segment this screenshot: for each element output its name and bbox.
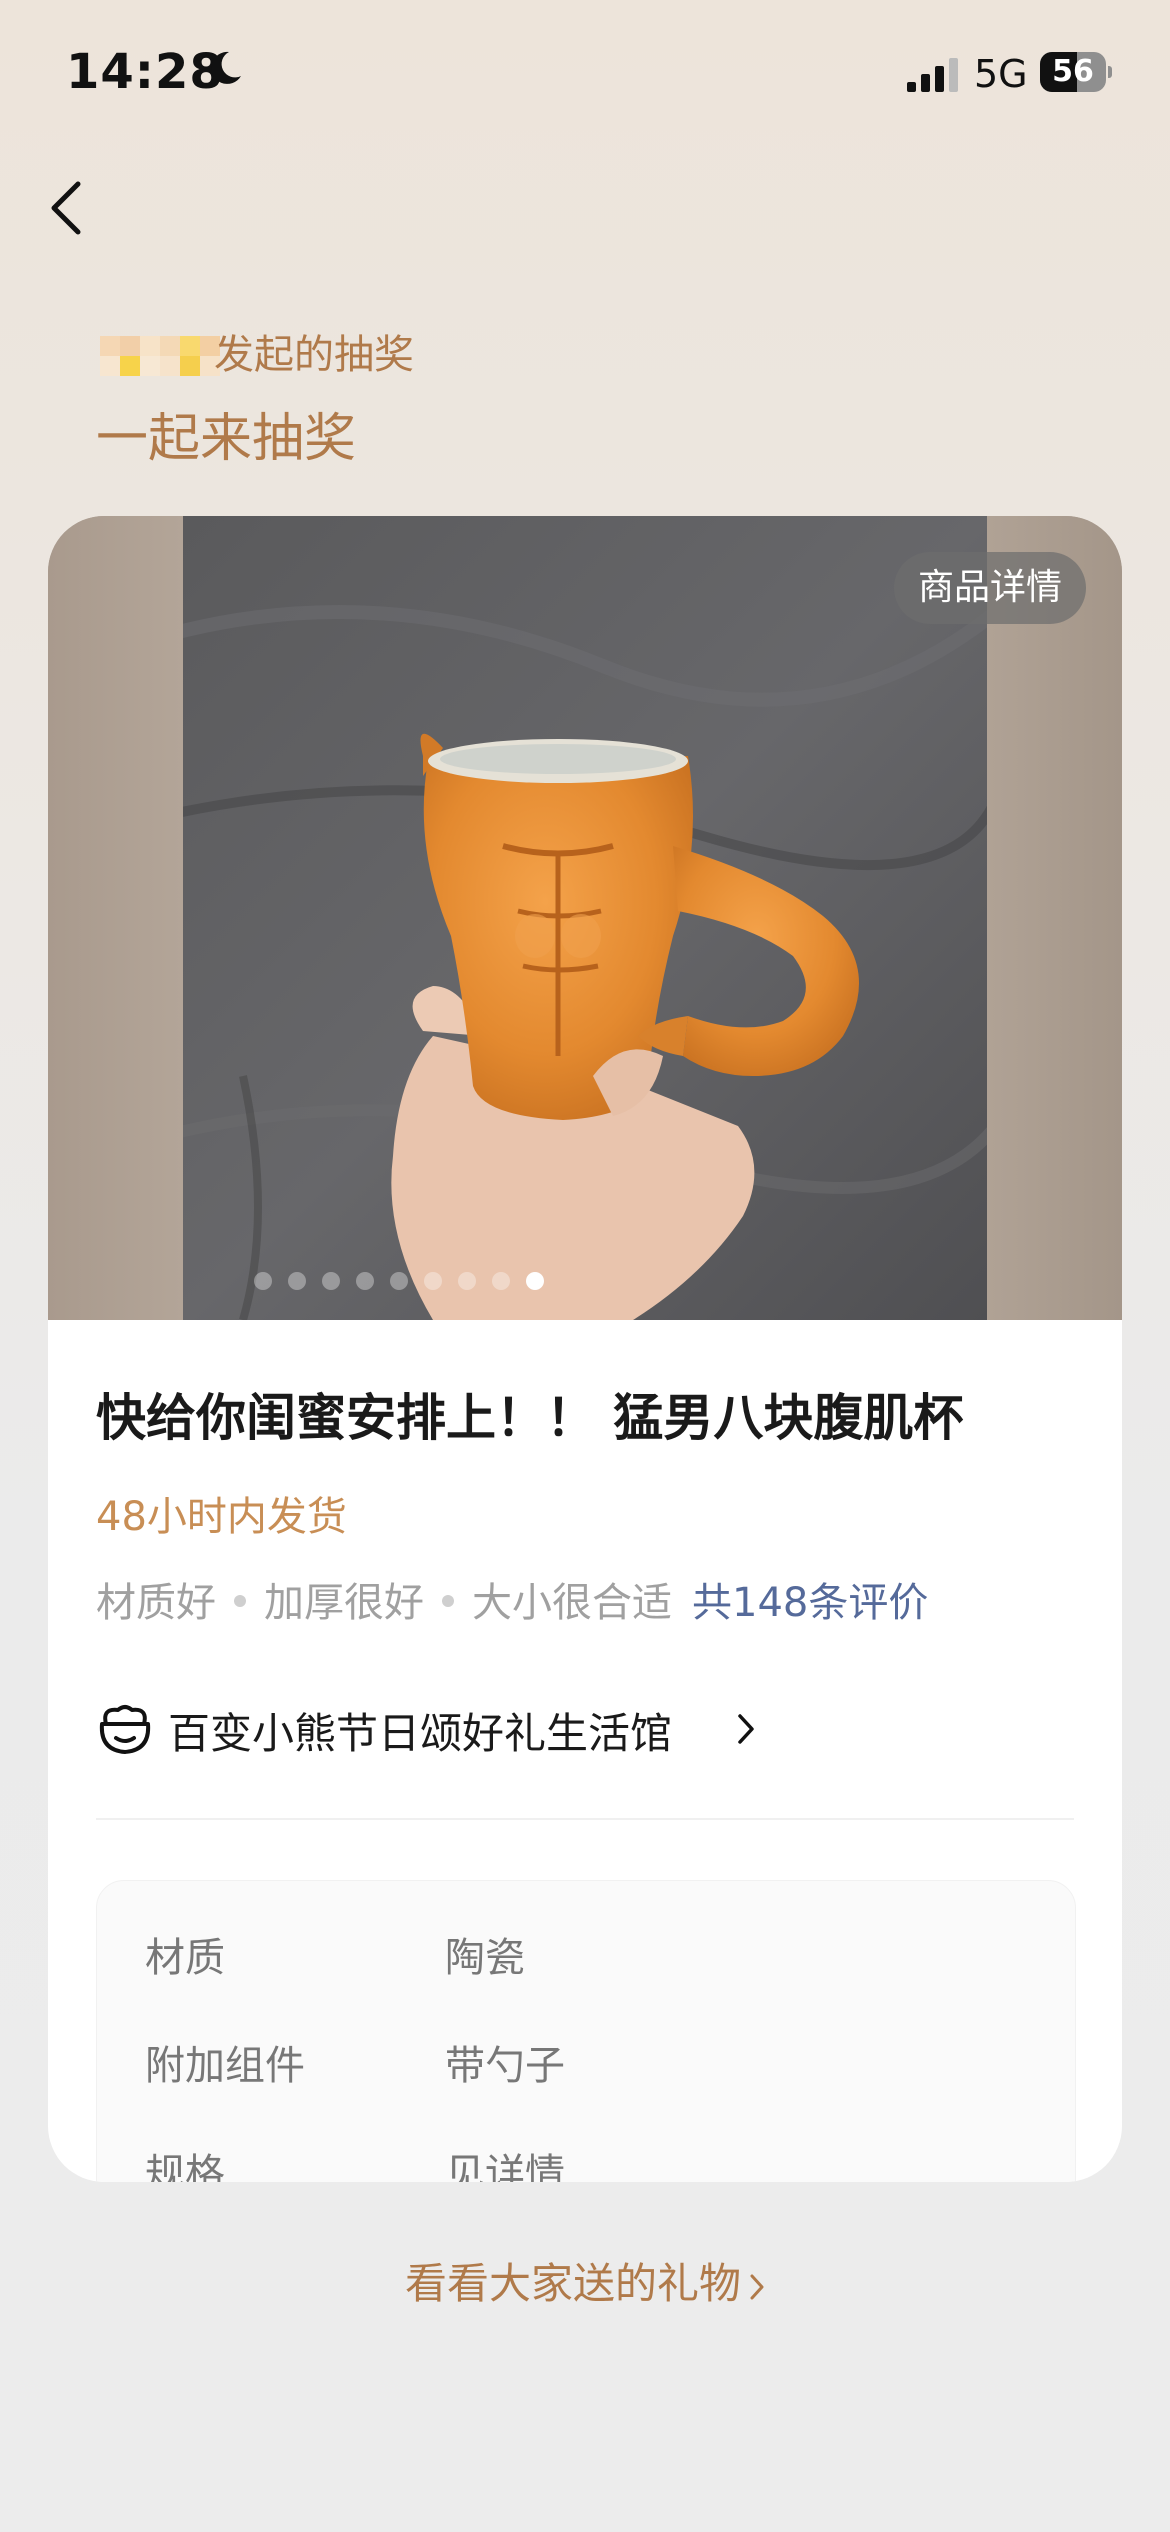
review-tags: 材质好 加厚很好 大小很合适 共148条评价: [96, 1570, 928, 1628]
carousel-indicator: [48, 1272, 1122, 1292]
back-arrow-icon[interactable]: [44, 178, 88, 238]
shop-name: 百变小熊节日颂好礼生活馆: [168, 1709, 673, 1758]
carousel-dot: [458, 1272, 476, 1290]
product-carousel[interactable]: 商品详情: [48, 516, 1122, 1320]
user-name-mosaic: [100, 336, 220, 378]
shipping-info: 48小时内发货: [96, 1494, 347, 1540]
page-subtitle: 一起来抽奖: [96, 409, 357, 469]
view-gifts-link[interactable]: 看看大家送的礼物: [0, 2250, 1170, 2311]
spec-key: 附加组件: [145, 2043, 305, 2089]
moon-icon: [211, 51, 241, 84]
spec-key: 规格: [145, 2151, 225, 2182]
carousel-dot: [356, 1272, 374, 1290]
signal-icon: [907, 58, 958, 92]
spec-table: 材质 陶瓷 附加组件 带勺子 规格 见详情: [96, 1880, 1076, 2182]
carousel-dot: [254, 1272, 272, 1290]
reviews-link[interactable]: 共148条评价: [692, 1580, 928, 1626]
view-gifts-label: 看看大家送的礼物: [404, 2259, 741, 2308]
initiator-text: 发起的抽奖: [214, 332, 414, 378]
carousel-dot: [424, 1272, 442, 1290]
carousel-dot: [288, 1272, 306, 1290]
chevron-right-icon: [750, 2274, 764, 2299]
review-tag: 材质好: [96, 1580, 216, 1626]
status-time: 14:28: [66, 44, 224, 100]
carousel-dot: [322, 1272, 340, 1290]
carousel-dot: [526, 1272, 544, 1290]
battery-level: 56: [1052, 54, 1094, 89]
product-detail-button[interactable]: 商品详情: [893, 552, 1086, 624]
shop-bear-icon: [99, 1705, 151, 1754]
network-type: 5G: [974, 52, 1028, 96]
chevron-right-icon: [738, 1714, 754, 1744]
spec-value: 陶瓷: [445, 1935, 525, 1981]
tag-separator: [234, 1595, 246, 1607]
carousel-dot: [492, 1272, 510, 1290]
carousel-dot: [390, 1272, 408, 1290]
product-title: 快给你闺蜜安排上！！ 猛男八块腹肌杯: [96, 1389, 964, 1447]
spec-value: 见详情: [445, 2151, 565, 2182]
spec-key: 材质: [145, 1935, 225, 1981]
product-image[interactable]: [183, 516, 987, 1320]
status-bar: 14:28 5G 56: [0, 0, 1170, 140]
review-tag: 加厚很好: [264, 1580, 424, 1626]
review-tag: 大小很合适: [472, 1580, 672, 1626]
divider: [96, 1818, 1074, 1820]
spec-value: 带勺子: [445, 2043, 565, 2089]
tag-separator: [442, 1595, 454, 1607]
battery-icon: 56: [1040, 52, 1112, 92]
product-card: 商品详情 快给你闺蜜安排上！！ 猛男八块腹肌杯 48小时内发货 材质好 加厚很好 大…: [48, 516, 1122, 2182]
